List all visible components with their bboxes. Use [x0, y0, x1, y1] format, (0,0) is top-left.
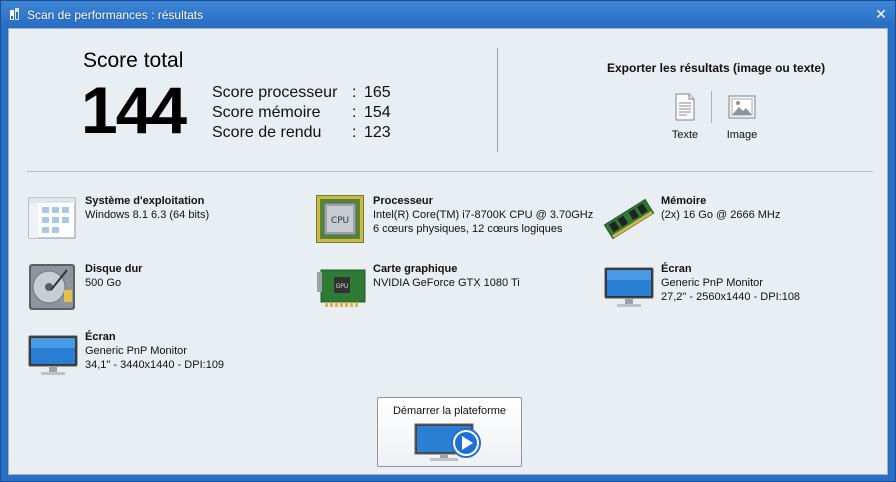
score-total-label: Score total — [83, 49, 184, 72]
monitor-icon — [28, 335, 78, 375]
image-file-icon — [728, 95, 756, 119]
score-total-value: 144 — [81, 73, 187, 147]
hw-os: Système d'exploitation Windows 8.1 6.3 (… — [27, 194, 209, 244]
export-image-button[interactable]: Image — [717, 92, 767, 141]
sub-scores: Score processeur : 165 Score mémoire : 1… — [212, 84, 404, 144]
window: Scan de performances : résultats ✕ Score… — [0, 0, 896, 482]
score-label: Score processeur — [212, 84, 338, 101]
monitor-icon — [604, 267, 654, 307]
hw-gpu-title: Carte graphique — [373, 263, 458, 275]
svg-text:GPU: GPU — [336, 283, 349, 290]
hw-os-title: Système d'exploitation — [85, 195, 205, 207]
cpu-chip-icon: CPU — [316, 195, 364, 243]
hw-screen-1-line2: 27,2" - 2560x1440 - DPI:108 — [661, 291, 801, 303]
hw-screen-2: Écran Generic PnP Monitor 34,1" - 3440x1… — [27, 330, 224, 380]
score-value: 123 — [364, 124, 391, 141]
text-file-icon — [675, 93, 695, 121]
score-label: Score mémoire — [212, 104, 321, 121]
vertical-divider — [497, 48, 498, 152]
graphics-card-icon: GPU — [317, 269, 366, 307]
ram-module-icon — [603, 198, 655, 240]
hw-disk: Disque dur 500 Go — [27, 262, 142, 312]
hw-cpu-line1: Intel(R) Core(TM) i7-8700K CPU @ 3.70GHz — [373, 209, 594, 221]
hw-disk-line1: 500 Go — [85, 277, 122, 289]
score-colon: : — [352, 124, 357, 141]
client-area: Score total 144 Score processeur : 165 S… — [8, 28, 888, 475]
app-icon — [10, 8, 19, 20]
horizontal-divider — [27, 171, 873, 172]
export-image-label: Image — [726, 129, 758, 141]
hw-cpu-line2: 6 cœurs physiques, 12 cœurs logiques — [373, 223, 563, 235]
score-row-memory: Score mémoire : 154 — [212, 104, 404, 124]
hw-cpu-title: Processeur — [373, 195, 433, 207]
score-colon: : — [352, 84, 357, 101]
launch-platform-label: Démarrer la plateforme — [392, 405, 507, 417]
hw-screen-2-title: Écran — [85, 331, 116, 343]
hw-gpu: GPU Carte graphique NVIDIA GeForce GTX 1… — [315, 262, 520, 312]
score-row-render: Score de rendu : 123 — [212, 124, 404, 144]
hw-screen-2-line2: 34,1" - 3440x1440 - DPI:109 — [85, 359, 225, 371]
play-platform-icon — [414, 423, 481, 461]
hw-screen-1-title: Écran — [661, 263, 692, 275]
hw-screen-1: Écran Generic PnP Monitor 27,2" - 2560x1… — [603, 262, 800, 312]
close-icon[interactable]: ✕ — [873, 6, 889, 22]
hw-screen-2-line1: Generic PnP Monitor — [85, 345, 187, 357]
hard-disk-icon — [29, 264, 75, 310]
score-row-cpu: Score processeur : 165 — [212, 84, 404, 104]
score-label: Score de rendu — [212, 124, 322, 141]
export-divider — [711, 91, 712, 123]
window-title: Scan de performances : résultats — [27, 8, 204, 22]
export-text-button[interactable]: Texte — [660, 92, 710, 141]
hw-ram-title: Mémoire — [661, 195, 707, 207]
score-value: 154 — [364, 104, 391, 121]
hw-gpu-line1: NVIDIA GeForce GTX 1080 Ti — [373, 277, 520, 289]
hw-disk-title: Disque dur — [85, 263, 143, 275]
hw-screen-1-line1: Generic PnP Monitor — [661, 277, 763, 289]
hw-ram-line1: (2x) 16 Go @ 2666 MHz — [661, 209, 781, 221]
score-value: 165 — [364, 84, 391, 101]
hw-cpu: CPU Processeur Intel(R) Core(TM) i7-8700… — [315, 194, 593, 244]
score-colon: : — [352, 104, 357, 121]
export-title: Exporter les résultats (image ou texte) — [607, 61, 826, 75]
export-text-label: Texte — [671, 129, 699, 141]
titlebar[interactable]: Scan de performances : résultats ✕ — [1, 1, 895, 28]
svg-text:CPU: CPU — [331, 216, 349, 226]
hw-ram: Mémoire (2x) 16 Go @ 2666 MHz — [603, 194, 780, 244]
hw-os-line1: Windows 8.1 6.3 (64 bits) — [85, 209, 210, 221]
windows-explorer-icon — [28, 197, 76, 239]
launch-platform-button[interactable]: Démarrer la plateforme — [377, 397, 522, 467]
